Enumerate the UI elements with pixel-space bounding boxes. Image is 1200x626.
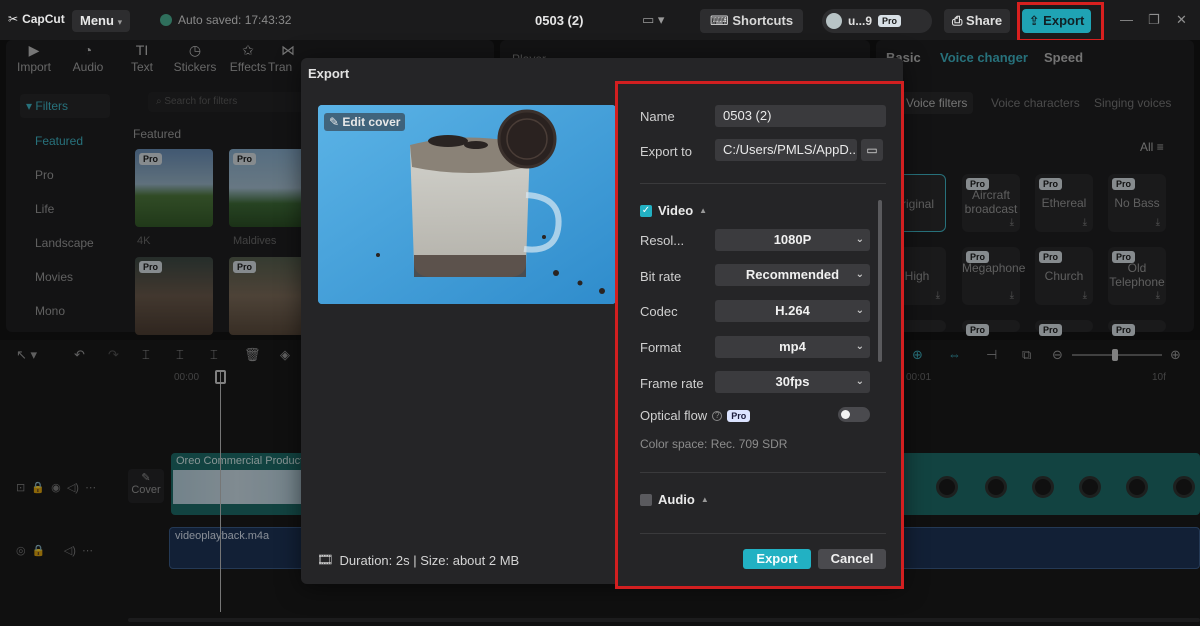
share-button[interactable]: ⎙ Share: [944, 9, 1011, 33]
edit-cover-button[interactable]: ✎ Edit cover: [324, 113, 406, 131]
close-icon[interactable]: ✕: [1176, 12, 1187, 28]
layout-icon[interactable]: ▭ ▾: [642, 12, 672, 28]
project-title: 0503 (2): [535, 13, 584, 28]
minimize-icon[interactable]: —: [1120, 12, 1133, 27]
app-logo: ✂ CapCut: [8, 12, 65, 26]
autosave-text: Auto saved: 17:43:32: [178, 13, 292, 27]
avatar: [826, 13, 842, 29]
film-icon: 🎞: [317, 552, 334, 567]
check-circle-icon: [160, 14, 172, 26]
export-icon: ⇪: [1028, 13, 1040, 28]
cover-image: [318, 105, 616, 304]
shortcuts-button[interactable]: ⌨ Shortcuts: [700, 9, 804, 33]
highlight-frame-settings: [615, 81, 904, 589]
shortcuts-label: Shortcuts: [732, 13, 794, 28]
dialog-title: Export: [308, 66, 350, 81]
menu-button[interactable]: Menu ▾: [72, 10, 131, 32]
cover-preview[interactable]: [318, 105, 616, 304]
chevron-down-icon: ▾: [117, 17, 123, 27]
export-label: Export: [1043, 13, 1085, 28]
pencil-icon: ✎: [329, 115, 340, 129]
user-account[interactable]: u...9 Pro: [822, 9, 932, 33]
autosave-status: Auto saved: 17:43:32: [160, 13, 291, 27]
duration-text: Duration: 2s | Size: about 2 MB: [339, 552, 520, 568]
capcut-logo-icon: ✂: [8, 12, 19, 26]
export-button[interactable]: ⇪ Export: [1022, 9, 1091, 33]
restore-icon[interactable]: ❐: [1148, 12, 1160, 28]
edit-cover-label: Edit cover: [342, 115, 401, 129]
share-icon: ⎙: [952, 13, 963, 28]
export-summary: 🎞 Duration: 2s | Size: about 2 MB: [317, 552, 519, 568]
keyboard-icon: ⌨: [710, 13, 729, 28]
app-logo-text: CapCut: [22, 12, 65, 26]
menu-label: Menu: [80, 13, 114, 28]
pro-badge: Pro: [878, 15, 902, 27]
user-name: u...9: [848, 14, 873, 28]
share-label: Share: [966, 13, 1003, 28]
